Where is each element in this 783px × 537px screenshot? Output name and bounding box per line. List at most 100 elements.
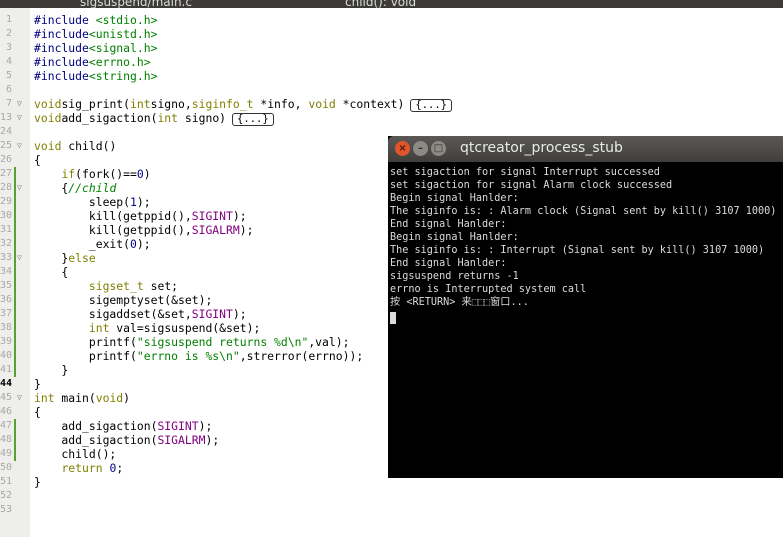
code-token: #include [34, 69, 89, 83]
code-line[interactable]: {//child [34, 181, 116, 195]
code-token: <unistd.h> [88, 27, 158, 41]
changed-line-marker [14, 195, 16, 209]
code-token: ; [116, 461, 124, 475]
changed-line-marker [14, 209, 16, 223]
code-token: void [34, 97, 62, 111]
line-number: 32 [0, 238, 13, 249]
code-line[interactable]: kill(getppid(),SIGALRM); [34, 223, 254, 237]
code-token: sig_print( [61, 97, 131, 111]
code-line[interactable]: child(); [34, 447, 116, 461]
code-line[interactable]: _exit(0); [34, 237, 151, 251]
code-token: kill(getppid(), [34, 209, 192, 223]
line-number: 30 [0, 210, 13, 221]
code-line[interactable]: add_sigaction(SIGALRM); [34, 433, 219, 447]
line-number: 2 [5, 28, 12, 39]
code-line[interactable]: printf("errno is %s\n",strerror(errno)); [34, 349, 363, 363]
code-token: printf( [34, 335, 137, 349]
code-line[interactable]: voidadd_sigaction(int signo) {...} [34, 111, 274, 126]
code-token: ,strerror(errno)); [239, 349, 364, 363]
line-number: 45 [0, 392, 13, 403]
fold-arrow-icon[interactable]: ▽ [17, 139, 22, 153]
code-token: } [34, 377, 41, 391]
changed-line-marker [14, 279, 16, 293]
changed-line-marker [14, 293, 16, 307]
fold-arrow-icon[interactable]: ▽ [17, 181, 22, 195]
line-number: 34 [0, 266, 13, 277]
code-token: add_sigaction( [34, 419, 158, 433]
changed-line-marker [14, 363, 16, 377]
collapsed-block-marker[interactable]: {...} [232, 113, 274, 126]
terminal-line: errno is Interrupted system call [390, 284, 587, 295]
code-line[interactable]: #include <stdio.h> [34, 13, 157, 27]
close-button[interactable]: × [395, 141, 410, 156]
maximize-button[interactable]: □ [431, 141, 446, 156]
line-number: 35 [0, 280, 13, 291]
code-line[interactable]: sigemptyset(&set); [34, 293, 212, 307]
minimize-button[interactable]: – [413, 141, 428, 156]
code-line[interactable]: { [34, 405, 41, 419]
code-token: ); [198, 419, 213, 433]
code-token: add_sigaction( [34, 433, 158, 447]
code-line[interactable]: sleep(1); [34, 195, 151, 209]
code-line[interactable]: add_sigaction(SIGINT); [34, 419, 212, 433]
code-token: siginfo_t [191, 97, 254, 111]
terminal-titlebar[interactable]: × – □ qtcreator_process_stub [388, 136, 783, 162]
code-token: { [34, 405, 41, 419]
code-token: #include [34, 27, 89, 41]
line-number: 1 [5, 14, 12, 25]
code-line[interactable]: } [34, 475, 41, 489]
terminal-window[interactable]: × – □ qtcreator_process_stub set sigacti… [388, 136, 783, 478]
terminal-line: End signal Hanlder: [390, 219, 507, 230]
changed-line-marker [14, 321, 16, 335]
terminal-output[interactable]: set sigaction for signal Interrupt succe… [390, 166, 780, 328]
code-line[interactable]: kill(getppid(),SIGINT); [34, 209, 247, 223]
code-line[interactable]: void child() [34, 139, 116, 153]
code-token: #include [34, 13, 96, 27]
code-line[interactable]: } [34, 363, 68, 377]
code-line[interactable]: }else [34, 251, 95, 265]
code-line[interactable]: } [34, 377, 41, 391]
code-token: { [34, 181, 69, 195]
code-line[interactable]: int main(void) [34, 391, 130, 405]
code-line[interactable]: { [34, 265, 68, 279]
code-line[interactable]: #include<unistd.h> [34, 27, 157, 41]
fold-arrow-icon[interactable]: ▽ [17, 97, 22, 111]
code-line[interactable]: if(fork()==0) [34, 167, 150, 181]
symbol-tab[interactable]: child(): void [345, 0, 416, 8]
fold-arrow-icon[interactable]: ▽ [17, 111, 22, 125]
fold-arrow-icon[interactable]: ▽ [17, 391, 22, 405]
line-number-gutter: 1 2 3 4 5 6 7 ▽ 13 ▽ 24 25 ▽ 26 27 28 ▽ 29 30 31 32 33 ▽ 34 35 36… [0, 8, 30, 537]
code-line[interactable]: #include<signal.h> [34, 41, 157, 55]
code-line[interactable]: sigaddset(&set,SIGINT); [34, 307, 247, 321]
code-line[interactable]: #include<errno.h> [34, 55, 151, 69]
file-tab[interactable]: sigsuspend/main.c [80, 0, 192, 8]
code-line[interactable]: return 0; [34, 461, 123, 475]
line-number: 46 [0, 406, 13, 417]
code-token: <string.h> [88, 69, 158, 83]
changed-line-marker [14, 433, 16, 447]
line-number: 13 [0, 112, 13, 123]
code-token: #include [34, 55, 89, 69]
code-line[interactable]: #include<string.h> [34, 69, 157, 83]
code-token: 1 [130, 195, 137, 209]
code-token: ); [232, 209, 247, 223]
line-number: 49 [0, 448, 13, 459]
code-line[interactable]: printf("sigsuspend returns %d\n",val); [34, 335, 350, 349]
changed-line-marker [14, 447, 16, 461]
fold-arrow-icon[interactable]: ▽ [17, 251, 22, 265]
code-line[interactable]: { [34, 153, 41, 167]
collapsed-block-marker[interactable]: {...} [410, 99, 452, 112]
code-token: (fork()== [75, 167, 137, 181]
code-line[interactable]: int val=sigsuspend(&set); [34, 321, 260, 335]
code-token: if [61, 167, 76, 181]
line-number: 36 [0, 294, 13, 305]
code-token: ); [232, 307, 247, 321]
changed-line-marker [14, 265, 16, 279]
code-line[interactable]: sigset_t set; [34, 279, 178, 293]
code-line[interactable]: voidsig_print(intsigno,siginfo_t *info, … [34, 97, 452, 112]
terminal-line: The siginfo is: : Alarm clock (Signal se… [390, 206, 777, 217]
